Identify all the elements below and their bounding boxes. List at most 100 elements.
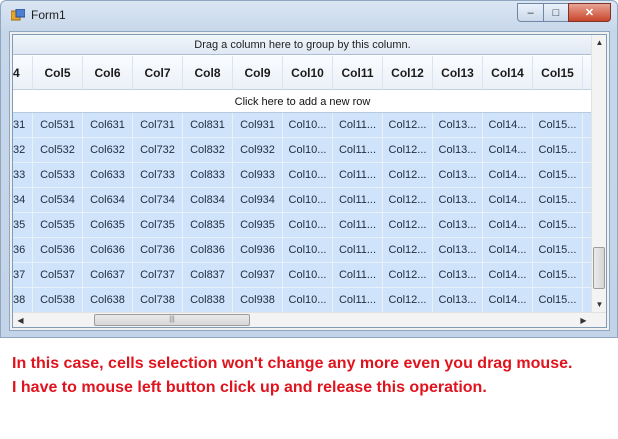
- column-header[interactable]: Col8: [183, 56, 233, 90]
- table-cell[interactable]: Col15...: [533, 163, 583, 188]
- table-cell[interactable]: 32: [13, 138, 33, 163]
- table-cell[interactable]: Col10...: [283, 113, 333, 138]
- table-cell[interactable]: Col11...: [333, 263, 383, 288]
- table-cell[interactable]: Col13...: [433, 188, 483, 213]
- table-cell[interactable]: Col15...: [533, 288, 583, 313]
- table-cell[interactable]: Col835: [183, 213, 233, 238]
- table-cell[interactable]: Col732: [133, 138, 183, 163]
- table-row[interactable]: 32 Col532 Col632 Col732 Col832 Col932 Col10...…: [13, 138, 606, 163]
- table-cell[interactable]: Col935: [233, 213, 283, 238]
- table-cell[interactable]: Col14...: [483, 113, 533, 138]
- table-cell[interactable]: Col11...: [333, 288, 383, 313]
- table-cell[interactable]: Col534: [33, 188, 83, 213]
- table-cell[interactable]: Col11...: [333, 138, 383, 163]
- column-header[interactable]: 4: [13, 56, 33, 90]
- table-row[interactable]: 35 Col535 Col635 Col735 Col835 Col935 Col10...…: [13, 213, 606, 238]
- table-cell[interactable]: Col15...: [533, 113, 583, 138]
- table-cell[interactable]: Col12...: [383, 138, 433, 163]
- table-cell[interactable]: Col531: [33, 113, 83, 138]
- table-cell[interactable]: Col13...: [433, 113, 483, 138]
- table-cell[interactable]: Col14...: [483, 188, 533, 213]
- table-cell[interactable]: 34: [13, 188, 33, 213]
- data-grid[interactable]: Drag a column here to group by this colu…: [12, 34, 607, 328]
- table-cell[interactable]: Col836: [183, 238, 233, 263]
- table-cell[interactable]: Col13...: [433, 263, 483, 288]
- table-cell[interactable]: Col936: [233, 238, 283, 263]
- table-cell[interactable]: Col737: [133, 263, 183, 288]
- table-cell[interactable]: Col12...: [383, 238, 433, 263]
- title-bar[interactable]: Form1 – □ ✕: [1, 1, 617, 29]
- table-cell[interactable]: Col15...: [533, 263, 583, 288]
- scroll-left-icon[interactable]: ◀: [13, 313, 28, 327]
- table-cell[interactable]: 38: [13, 288, 33, 313]
- table-cell[interactable]: Col14...: [483, 138, 533, 163]
- column-header[interactable]: Col14: [483, 56, 533, 90]
- table-cell[interactable]: 36: [13, 238, 33, 263]
- table-cell[interactable]: Col12...: [383, 113, 433, 138]
- table-cell[interactable]: Col734: [133, 188, 183, 213]
- scroll-right-icon[interactable]: ▶: [576, 313, 591, 327]
- table-cell[interactable]: Col14...: [483, 238, 533, 263]
- table-row[interactable]: 33 Col533 Col633 Col733 Col833 Col933 Col10...…: [13, 163, 606, 188]
- table-cell[interactable]: Col14...: [483, 163, 533, 188]
- table-cell[interactable]: 35: [13, 213, 33, 238]
- table-cell[interactable]: Col13...: [433, 138, 483, 163]
- column-header[interactable]: Col6: [83, 56, 133, 90]
- table-cell[interactable]: Col11...: [333, 238, 383, 263]
- table-cell[interactable]: Col10...: [283, 188, 333, 213]
- table-cell[interactable]: Col15...: [533, 138, 583, 163]
- table-cell[interactable]: Col831: [183, 113, 233, 138]
- table-cell[interactable]: Col14...: [483, 263, 533, 288]
- table-cell[interactable]: Col13...: [433, 213, 483, 238]
- table-cell[interactable]: Col10...: [283, 238, 333, 263]
- column-header[interactable]: Col12: [383, 56, 433, 90]
- table-cell[interactable]: Col632: [83, 138, 133, 163]
- table-cell[interactable]: Col10...: [283, 288, 333, 313]
- column-header[interactable]: Col9: [233, 56, 283, 90]
- table-cell[interactable]: Col14...: [483, 288, 533, 313]
- scroll-down-icon[interactable]: ▼: [592, 297, 606, 312]
- table-cell[interactable]: Col15...: [533, 213, 583, 238]
- table-cell[interactable]: Col532: [33, 138, 83, 163]
- table-row[interactable]: 36 Col536 Col636 Col736 Col836 Col936 Col10...…: [13, 238, 606, 263]
- table-cell[interactable]: Col13...: [433, 288, 483, 313]
- table-cell[interactable]: Col11...: [333, 213, 383, 238]
- table-cell[interactable]: Col736: [133, 238, 183, 263]
- column-header[interactable]: Col7: [133, 56, 183, 90]
- table-cell[interactable]: 33: [13, 163, 33, 188]
- table-cell[interactable]: 31: [13, 113, 33, 138]
- table-cell[interactable]: Col938: [233, 288, 283, 313]
- column-header[interactable]: Col15: [533, 56, 583, 90]
- table-cell[interactable]: Col731: [133, 113, 183, 138]
- table-row[interactable]: 37 Col537 Col637 Col737 Col837 Col937 Col10...…: [13, 263, 606, 288]
- column-header[interactable]: Col5: [33, 56, 83, 90]
- table-cell[interactable]: Col635: [83, 213, 133, 238]
- table-cell[interactable]: Col13...: [433, 238, 483, 263]
- table-cell[interactable]: Col10...: [283, 213, 333, 238]
- column-header[interactable]: Col11: [333, 56, 383, 90]
- table-cell[interactable]: Col934: [233, 188, 283, 213]
- minimize-button[interactable]: –: [517, 3, 543, 22]
- table-cell[interactable]: Col10...: [283, 138, 333, 163]
- table-cell[interactable]: Col838: [183, 288, 233, 313]
- table-cell[interactable]: Col10...: [283, 263, 333, 288]
- table-cell[interactable]: Col533: [33, 163, 83, 188]
- horizontal-scrollbar[interactable]: ◀ ||| ▶: [13, 312, 606, 327]
- table-cell[interactable]: Col535: [33, 213, 83, 238]
- table-cell[interactable]: Col733: [133, 163, 183, 188]
- table-cell[interactable]: Col738: [133, 288, 183, 313]
- table-cell[interactable]: Col631: [83, 113, 133, 138]
- table-cell[interactable]: Col832: [183, 138, 233, 163]
- table-cell[interactable]: Col537: [33, 263, 83, 288]
- table-cell[interactable]: Col636: [83, 238, 133, 263]
- table-cell[interactable]: Col536: [33, 238, 83, 263]
- maximize-button[interactable]: □: [543, 3, 568, 22]
- table-cell[interactable]: Col12...: [383, 263, 433, 288]
- table-cell[interactable]: Col833: [183, 163, 233, 188]
- horizontal-scroll-thumb[interactable]: |||: [94, 314, 250, 326]
- table-cell[interactable]: Col633: [83, 163, 133, 188]
- table-cell[interactable]: Col932: [233, 138, 283, 163]
- table-cell[interactable]: Col634: [83, 188, 133, 213]
- table-cell[interactable]: Col834: [183, 188, 233, 213]
- table-cell[interactable]: Col735: [133, 213, 183, 238]
